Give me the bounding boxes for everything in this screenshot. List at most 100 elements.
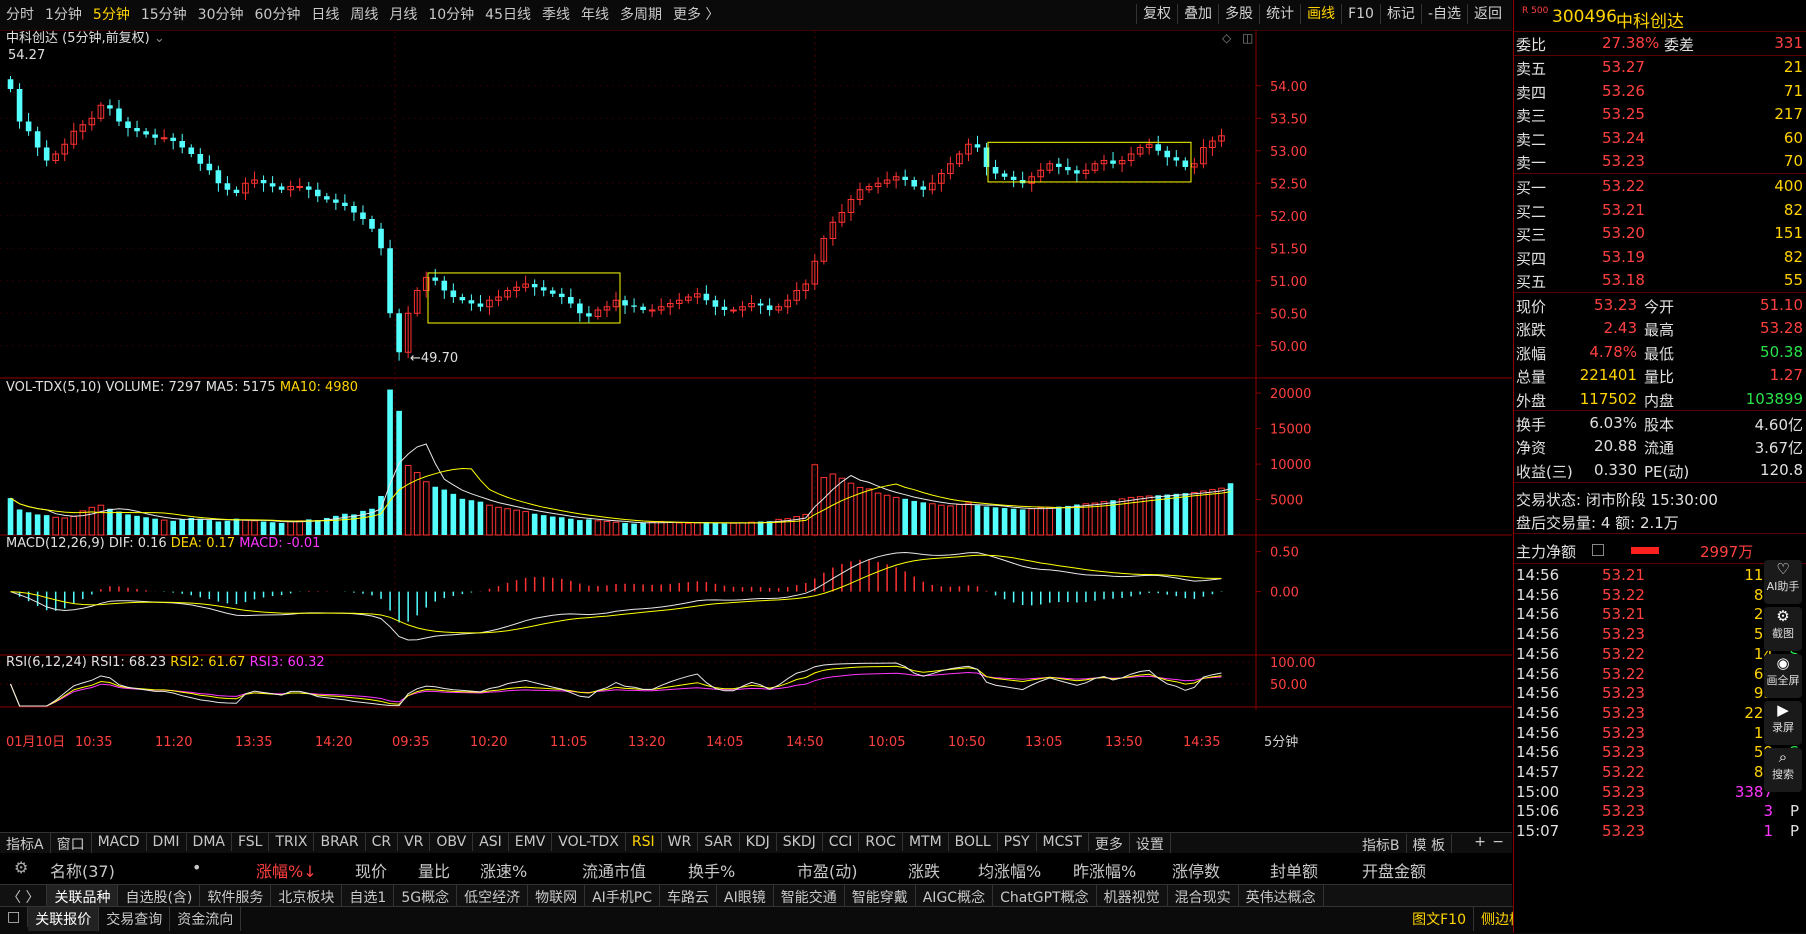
tool-button[interactable]: 返回 bbox=[1467, 4, 1508, 24]
indicator-tab[interactable]: WR bbox=[662, 833, 699, 851]
indicator-tab[interactable]: ASI bbox=[473, 833, 509, 851]
side-tool-button[interactable]: ◉ 画全屏 bbox=[1764, 654, 1802, 698]
period-tab[interactable]: 年线 bbox=[581, 5, 609, 25]
bottom-tab[interactable]: 交易查询 bbox=[99, 907, 171, 931]
period-tab[interactable]: 日线 bbox=[311, 5, 339, 25]
indicator-tab[interactable]: MCST bbox=[1037, 833, 1089, 851]
period-tab[interactable]: 30分钟 bbox=[198, 5, 244, 25]
add-icon[interactable]: + bbox=[1474, 834, 1486, 850]
period-tab[interactable]: 分时 bbox=[6, 5, 34, 25]
dropdown-icon[interactable]: ⌄ bbox=[154, 31, 165, 46]
kline-chart[interactable]: 54.00 53.50 53.00 52.50 52.00 51.50 51.00 50.50… bbox=[0, 30, 1512, 832]
candle-body bbox=[568, 297, 574, 304]
window-icon[interactable]: ◫ bbox=[1242, 31, 1253, 45]
side-tool-button[interactable]: ♡ AI助手 bbox=[1764, 560, 1802, 604]
indicator-tab[interactable]: RSI bbox=[626, 833, 662, 851]
bottom-tab[interactable]: 资金流向 bbox=[170, 907, 242, 931]
indicator-tab[interactable]: SKDJ bbox=[777, 833, 823, 851]
tool-button[interactable]: 多股 bbox=[1218, 4, 1259, 24]
bid-row[interactable]: 买二 53.21 82 bbox=[1514, 199, 1806, 222]
volume-bar bbox=[531, 513, 538, 535]
indicator-tab[interactable]: CR bbox=[366, 833, 399, 851]
indicator-tab[interactable]: BRAR bbox=[314, 833, 366, 851]
indicator-tab[interactable]: MACD bbox=[92, 833, 147, 851]
indicator-tab[interactable]: SAR bbox=[698, 833, 740, 851]
column-header-cell[interactable]: 市盈(动) bbox=[797, 858, 858, 882]
bid-row[interactable]: 买三 53.20 151 bbox=[1514, 222, 1806, 245]
period-tab[interactable]: 季线 bbox=[542, 5, 570, 25]
ask-row[interactable]: 卖四 53.26 71 bbox=[1514, 80, 1806, 103]
indicator-tab[interactable]: 更多 bbox=[1089, 833, 1130, 855]
bid-row[interactable]: 买四 53.19 82 bbox=[1514, 246, 1806, 269]
column-header-cell[interactable]: 现价 bbox=[355, 858, 387, 882]
indicator-tab[interactable]: MTM bbox=[903, 833, 949, 851]
indicator-tab[interactable]: VOL-TDX bbox=[552, 833, 626, 851]
indicator-tab[interactable]: VR bbox=[398, 833, 431, 851]
indicator-tab[interactable]: BOLL bbox=[949, 833, 998, 851]
period-tab[interactable]: 15分钟 bbox=[141, 5, 187, 25]
indicator-tab[interactable]: FSL bbox=[232, 833, 270, 851]
panel-toggle-icon[interactable]: □ bbox=[0, 907, 29, 927]
indicator-tab[interactable]: DMI bbox=[147, 833, 187, 851]
column-header-cell[interactable]: 涨跌 bbox=[908, 858, 940, 882]
indicator-tab[interactable]: OBV bbox=[430, 833, 474, 851]
side-tool-button[interactable]: ▶ 录屏 bbox=[1764, 701, 1802, 745]
minus-icon[interactable]: − bbox=[1492, 834, 1504, 850]
side-tool-label: 截图 bbox=[1772, 627, 1794, 640]
period-tab[interactable]: 周线 bbox=[350, 5, 378, 25]
tool-button[interactable]: 复权 bbox=[1136, 4, 1177, 24]
column-header-cell[interactable]: 名称(37) bbox=[50, 858, 115, 882]
indicator-tab[interactable]: ROC bbox=[859, 833, 903, 851]
period-tab[interactable]: 1分钟 bbox=[45, 5, 82, 25]
column-header-cell[interactable]: • bbox=[192, 858, 201, 877]
tool-button[interactable]: -自选 bbox=[1420, 4, 1467, 24]
period-tab[interactable]: 更多 〉 bbox=[673, 5, 719, 25]
period-tab[interactable]: 45日线 bbox=[485, 5, 531, 25]
net-menu-icon[interactable] bbox=[1592, 544, 1604, 556]
indicator-tab[interactable]: 指标A bbox=[0, 833, 51, 855]
period-tab[interactable]: 60分钟 bbox=[255, 5, 301, 25]
period-tab[interactable]: 5分钟 bbox=[93, 5, 130, 25]
side-tool-button[interactable]: ⚙ 截图 bbox=[1764, 607, 1802, 651]
indicator-tab[interactable]: KDJ bbox=[740, 833, 777, 851]
indicator-tab[interactable]: TRIX bbox=[269, 833, 315, 851]
column-header-cell[interactable]: 换手% bbox=[688, 858, 735, 882]
period-tab[interactable]: 月线 bbox=[389, 5, 417, 25]
column-header-cell[interactable]: 涨幅%↓ bbox=[256, 858, 317, 882]
indicator-tab[interactable]: EMV bbox=[509, 833, 553, 851]
indicator-tab[interactable]: CCI bbox=[823, 833, 860, 851]
column-header-cell[interactable]: 开盘金额 bbox=[1362, 858, 1426, 882]
column-header-cell[interactable]: 涨速% bbox=[480, 858, 527, 882]
bid-row[interactable]: 买五 53.18 55 bbox=[1514, 269, 1806, 292]
tool-button[interactable]: 统计 bbox=[1259, 4, 1300, 24]
ask-row[interactable]: 卖三 53.25 217 bbox=[1514, 103, 1806, 126]
ask-row[interactable]: 卖五 53.27 21 bbox=[1514, 56, 1806, 79]
indicator-tab[interactable]: PSY bbox=[998, 833, 1037, 851]
indicator-tab[interactable]: 设置 bbox=[1130, 833, 1171, 855]
indicator-tab[interactable]: 窗口 bbox=[51, 833, 92, 855]
side-tool-button[interactable]: ⌕ 搜索 bbox=[1764, 748, 1802, 792]
column-header-cell[interactable]: 涨停数 bbox=[1172, 858, 1220, 882]
candle-body bbox=[1056, 163, 1062, 167]
bottom-right-button[interactable]: 图文F10 bbox=[1405, 907, 1474, 931]
column-header-cell[interactable]: 昨涨幅% bbox=[1073, 858, 1136, 882]
diamond-icon[interactable]: ◇ bbox=[1222, 31, 1232, 45]
tool-button[interactable]: 标记 bbox=[1379, 4, 1421, 24]
tool-button[interactable]: 叠加 bbox=[1177, 4, 1218, 24]
settings-icon[interactable]: ⚙ bbox=[14, 858, 28, 877]
volume-bar bbox=[387, 389, 393, 535]
indicator-tab[interactable]: DMA bbox=[187, 833, 232, 851]
column-header-cell[interactable]: 量比 bbox=[418, 858, 450, 882]
bid-row[interactable]: 买一 53.22 400 bbox=[1514, 175, 1806, 198]
period-tab[interactable]: 10分钟 bbox=[428, 5, 474, 25]
column-header-cell[interactable]: 流通市值 bbox=[582, 858, 646, 882]
bottom-tab[interactable]: 关联报价 bbox=[28, 907, 100, 931]
ask-row[interactable]: 卖一 53.23 70 bbox=[1514, 150, 1806, 173]
column-header-cell[interactable]: 均涨幅% bbox=[978, 858, 1041, 882]
column-header-cell[interactable]: 封单额 bbox=[1270, 858, 1318, 882]
period-tab[interactable]: 多周期 bbox=[620, 5, 662, 25]
ask-row[interactable]: 卖二 53.24 60 bbox=[1514, 127, 1806, 150]
candle-body bbox=[577, 303, 583, 314]
tool-button[interactable]: F10 bbox=[1341, 4, 1380, 24]
tool-button[interactable]: 画线 bbox=[1300, 4, 1341, 24]
